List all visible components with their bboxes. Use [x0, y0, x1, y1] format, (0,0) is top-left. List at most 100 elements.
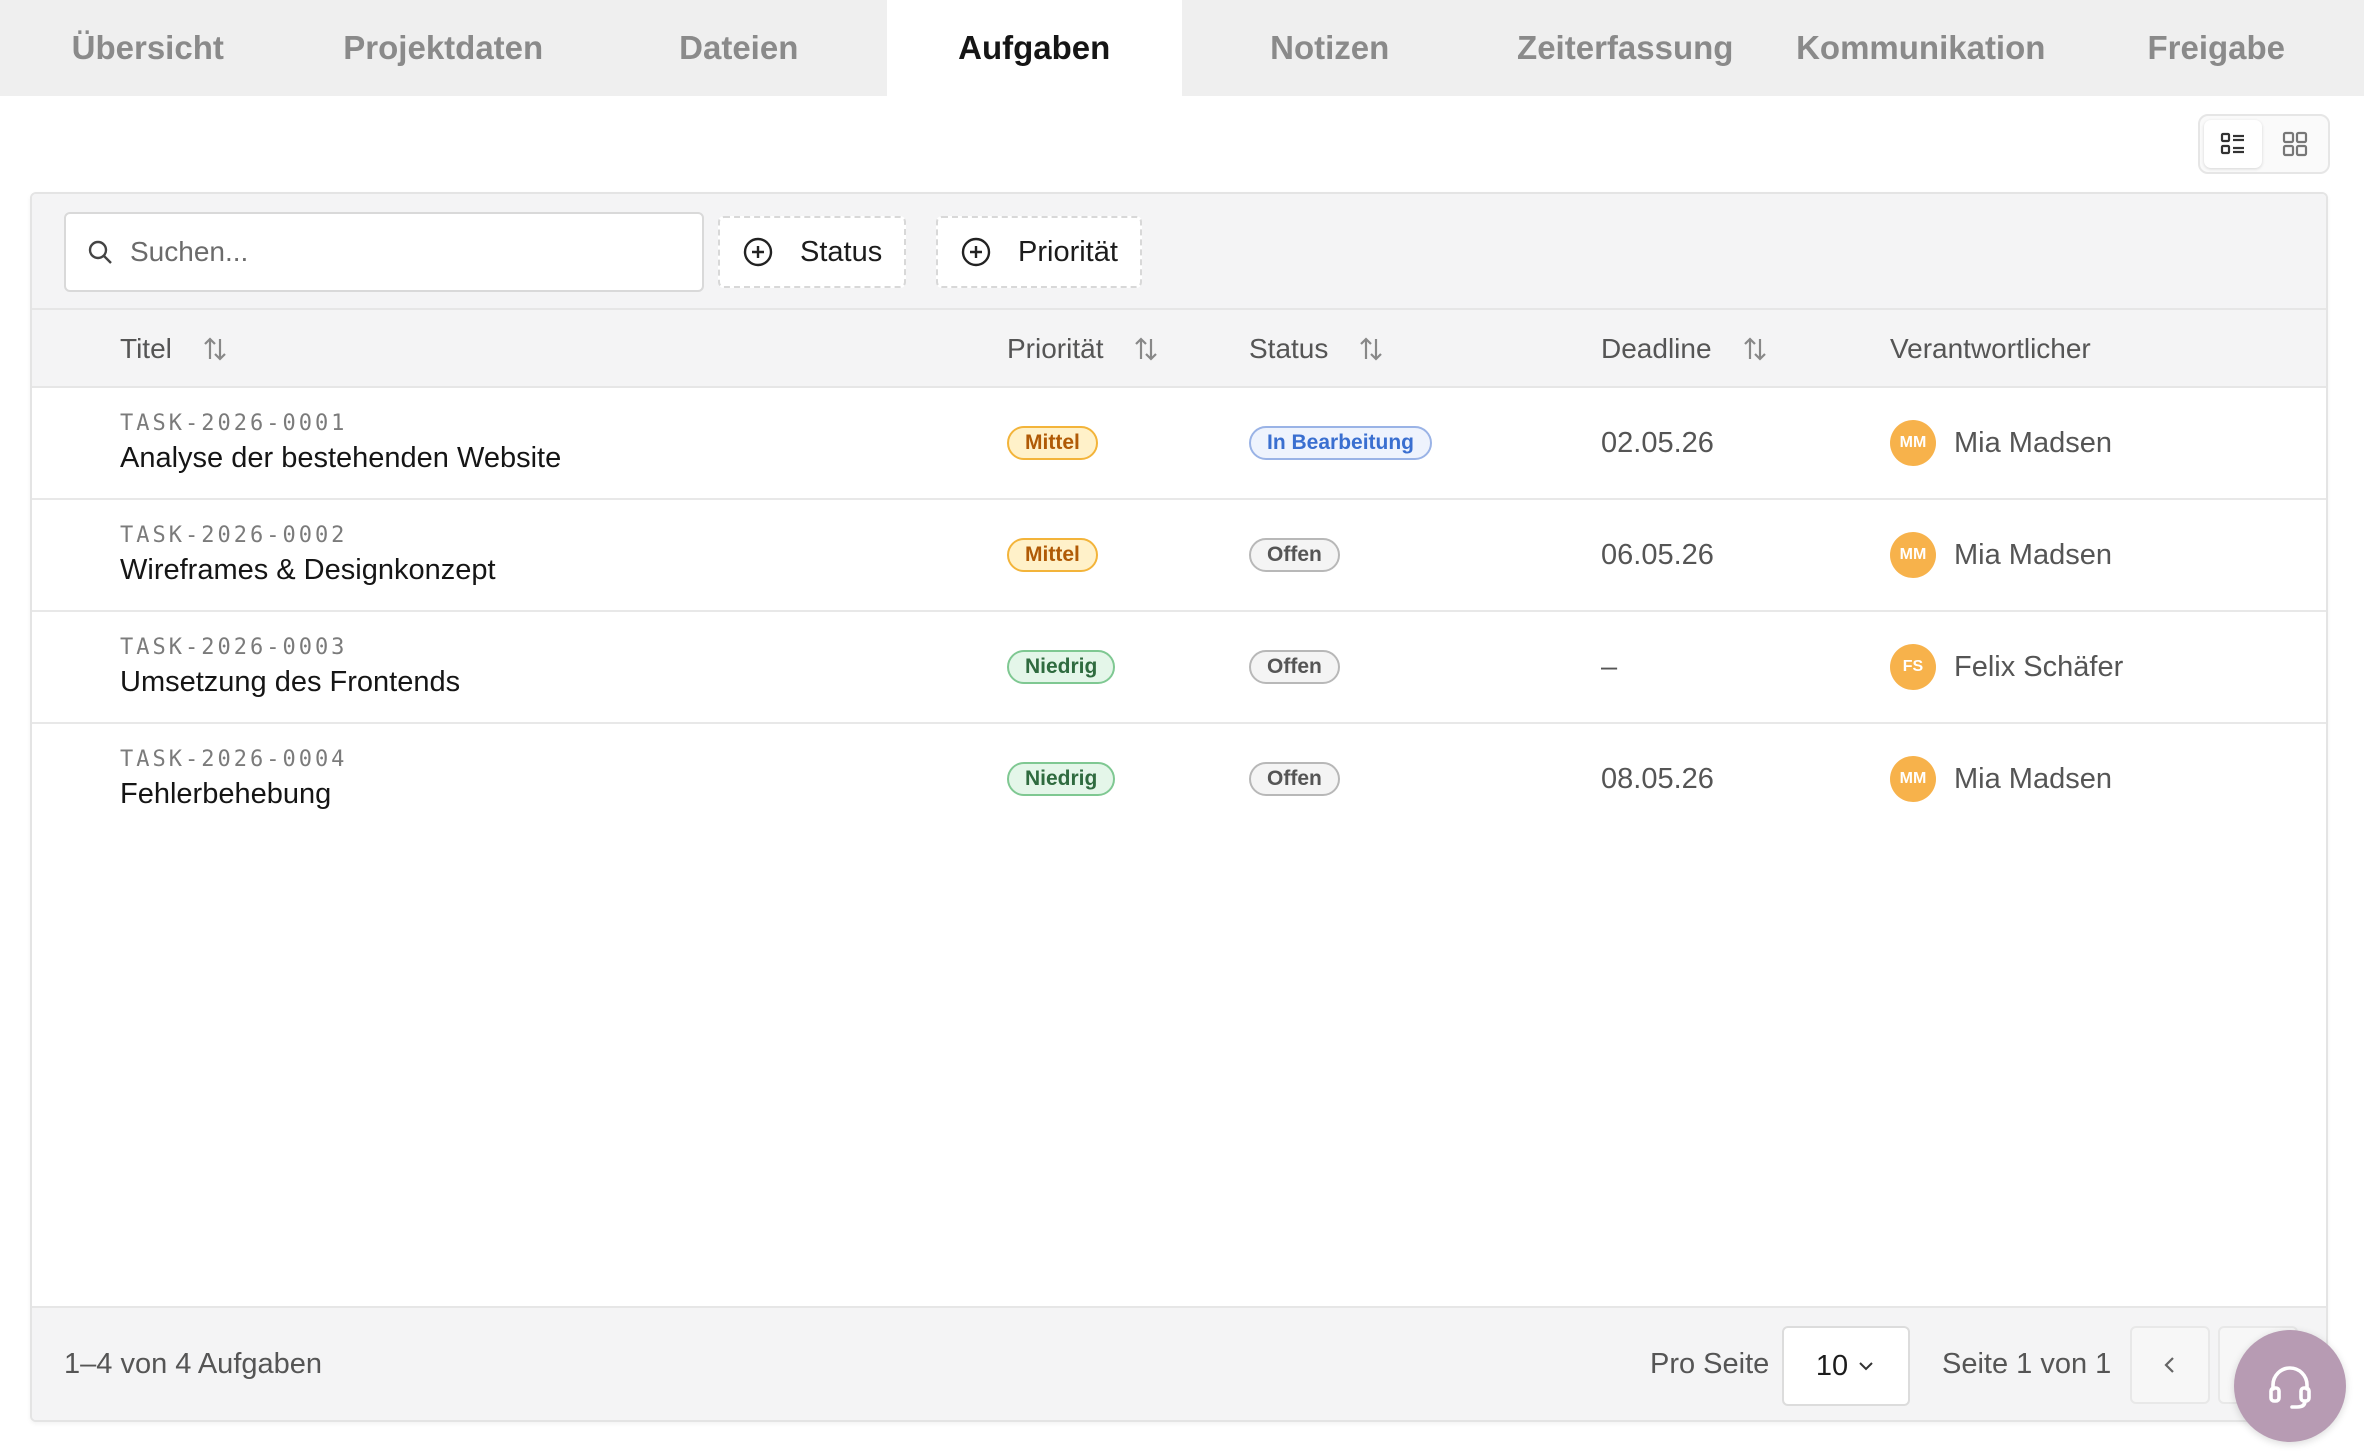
status-filter-button[interactable]: Status [718, 216, 907, 288]
deadline-cell: 08.05.26 [1601, 724, 1714, 834]
priority-filter-button[interactable]: Priorität [936, 216, 1142, 288]
tab-dateien[interactable]: Dateien [591, 0, 887, 96]
page-indicator: Seite 1 von 1 [1942, 1347, 2112, 1380]
task-id: TASK-2026-0003 [120, 635, 348, 660]
task-title[interactable]: Analyse der bestehenden Website [120, 442, 561, 475]
tab-zeiterfassung[interactable]: Zeiterfassung [1478, 0, 1774, 96]
deadline-cell: – [1601, 612, 1617, 722]
status-cell: In Bearbeitung [1249, 388, 1433, 498]
table-toolbar: Status Priorität [32, 194, 2326, 308]
avatar: MM [1890, 756, 1936, 802]
status-filter-label: Status [800, 235, 883, 268]
headset-icon [2269, 1366, 2311, 1409]
owner-cell: MM Mia Madsen [1890, 388, 2112, 498]
sort-icon[interactable] [200, 334, 230, 364]
column-header-title[interactable]: Titel [120, 310, 230, 388]
priority-badge: Mittel [1007, 538, 1098, 572]
status-cell: Offen [1249, 500, 1340, 610]
table-row[interactable]: TASK-2026-0002 Wireframes & Designkonzep… [32, 500, 2326, 612]
status-badge: In Bearbeitung [1249, 426, 1433, 460]
task-id: TASK-2026-0004 [120, 747, 348, 772]
task-title[interactable]: Fehlerbehebung [120, 778, 331, 811]
deadline-cell: 02.05.26 [1601, 388, 1714, 498]
plus-circle-icon [743, 237, 773, 267]
column-header-label: Priorität [1007, 333, 1104, 364]
per-page-label: Pro Seite [1650, 1347, 1770, 1380]
deadline-date: 02.05.26 [1601, 426, 1714, 459]
task-title[interactable]: Wireframes & Designkonzept [120, 554, 496, 587]
priority-cell: Mittel [1007, 500, 1098, 610]
search-input[interactable] [130, 236, 650, 268]
search-box[interactable] [64, 212, 704, 292]
owner-name: Mia Madsen [1954, 538, 2112, 571]
previous-page-button[interactable] [2130, 1326, 2210, 1404]
per-page-select[interactable]: 10 [1782, 1326, 1910, 1406]
tasks-panel: Status Priorität Titel Priorität Status [30, 192, 2328, 1422]
priority-cell: Niedrig [1007, 724, 1116, 834]
tab-kommunikation[interactable]: Kommunikation [1773, 0, 2069, 96]
column-header-label: Status [1249, 333, 1329, 364]
status-badge: Offen [1249, 650, 1340, 684]
task-title[interactable]: Umsetzung des Frontends [120, 666, 460, 699]
per-page-value: 10 [1815, 1349, 1849, 1382]
table-row[interactable]: TASK-2026-0001 Analyse der bestehenden W… [32, 388, 2326, 500]
chevron-left-icon [2164, 1357, 2174, 1373]
column-header-owner: Verantwortlicher [1890, 310, 2091, 388]
tab-projektdaten[interactable]: Projektdaten [296, 0, 592, 96]
list-view-icon [2220, 132, 2244, 155]
avatar: MM [1890, 532, 1936, 578]
result-count: 1–4 von 4 Aufgaben [64, 1347, 323, 1380]
task-title-cell: TASK-2026-0001 Analyse der bestehenden W… [120, 388, 561, 498]
status-badge: Offen [1249, 762, 1340, 796]
avatar: MM [1890, 420, 1936, 466]
table-row[interactable]: TASK-2026-0003 Umsetzung des Frontends N… [32, 612, 2326, 724]
owner-cell: FS Felix Schäfer [1890, 612, 2123, 722]
search-icon [88, 240, 112, 264]
owner-name: Felix Schäfer [1954, 650, 2124, 683]
owner-name: Mia Madsen [1954, 762, 2112, 795]
priority-cell: Mittel [1007, 388, 1098, 498]
owner-cell: MM Mia Madsen [1890, 500, 2112, 610]
task-title-cell: TASK-2026-0003 Umsetzung des Frontends [120, 612, 460, 722]
list-view-button[interactable] [2204, 120, 2262, 168]
task-title-cell: TASK-2026-0004 Fehlerbehebung [120, 724, 347, 834]
task-title-cell: TASK-2026-0002 Wireframes & Designkonzep… [120, 500, 496, 610]
status-badge: Offen [1249, 538, 1340, 572]
status-cell: Offen [1249, 724, 1340, 834]
priority-cell: Niedrig [1007, 612, 1116, 722]
column-header-label: Deadline [1601, 333, 1712, 364]
status-cell: Offen [1249, 612, 1340, 722]
column-header-priority[interactable]: Priorität [1007, 310, 1161, 388]
sort-icon[interactable] [1356, 334, 1386, 364]
grid-view-button[interactable] [2266, 120, 2324, 168]
tab-uebersicht[interactable]: Übersicht [0, 0, 296, 96]
column-header-status[interactable]: Status [1249, 310, 1386, 388]
tab-aufgaben[interactable]: Aufgaben [886, 0, 1182, 96]
avatar: FS [1890, 644, 1936, 690]
chevron-down-icon [1859, 1362, 1873, 1371]
deadline-cell: 06.05.26 [1601, 500, 1714, 610]
priority-badge: Niedrig [1007, 762, 1116, 796]
sort-icon[interactable] [1131, 334, 1161, 364]
plus-circle-icon [961, 237, 991, 267]
owner-name: Mia Madsen [1954, 426, 2112, 459]
table-footer: 1–4 von 4 Aufgaben Pro Seite 10 Seite 1 … [32, 1306, 2326, 1420]
column-header-deadline[interactable]: Deadline [1601, 310, 1770, 388]
column-header-label: Titel [120, 333, 172, 364]
table-row[interactable]: TASK-2026-0004 Fehlerbehebung Niedrig Of… [32, 724, 2326, 836]
support-button[interactable] [2234, 1330, 2346, 1442]
priority-badge: Niedrig [1007, 650, 1116, 684]
deadline-date: – [1601, 650, 1618, 683]
priority-filter-label: Priorität [1018, 235, 1118, 268]
project-tabs: Übersicht Projektdaten Dateien Aufgaben … [0, 0, 2364, 96]
column-header-label: Verantwortlicher [1890, 333, 2091, 364]
tab-notizen[interactable]: Notizen [1182, 0, 1478, 96]
deadline-date: 08.05.26 [1601, 762, 1714, 795]
tab-freigabe[interactable]: Freigabe [2069, 0, 2364, 96]
table-header: Titel Priorität Status Deadline Verantwo… [32, 308, 2326, 388]
deadline-date: 06.05.26 [1601, 538, 1714, 571]
grid-view-icon [2282, 131, 2308, 157]
priority-badge: Mittel [1007, 426, 1098, 460]
sort-icon[interactable] [1740, 334, 1770, 364]
view-toggle [2198, 114, 2330, 174]
